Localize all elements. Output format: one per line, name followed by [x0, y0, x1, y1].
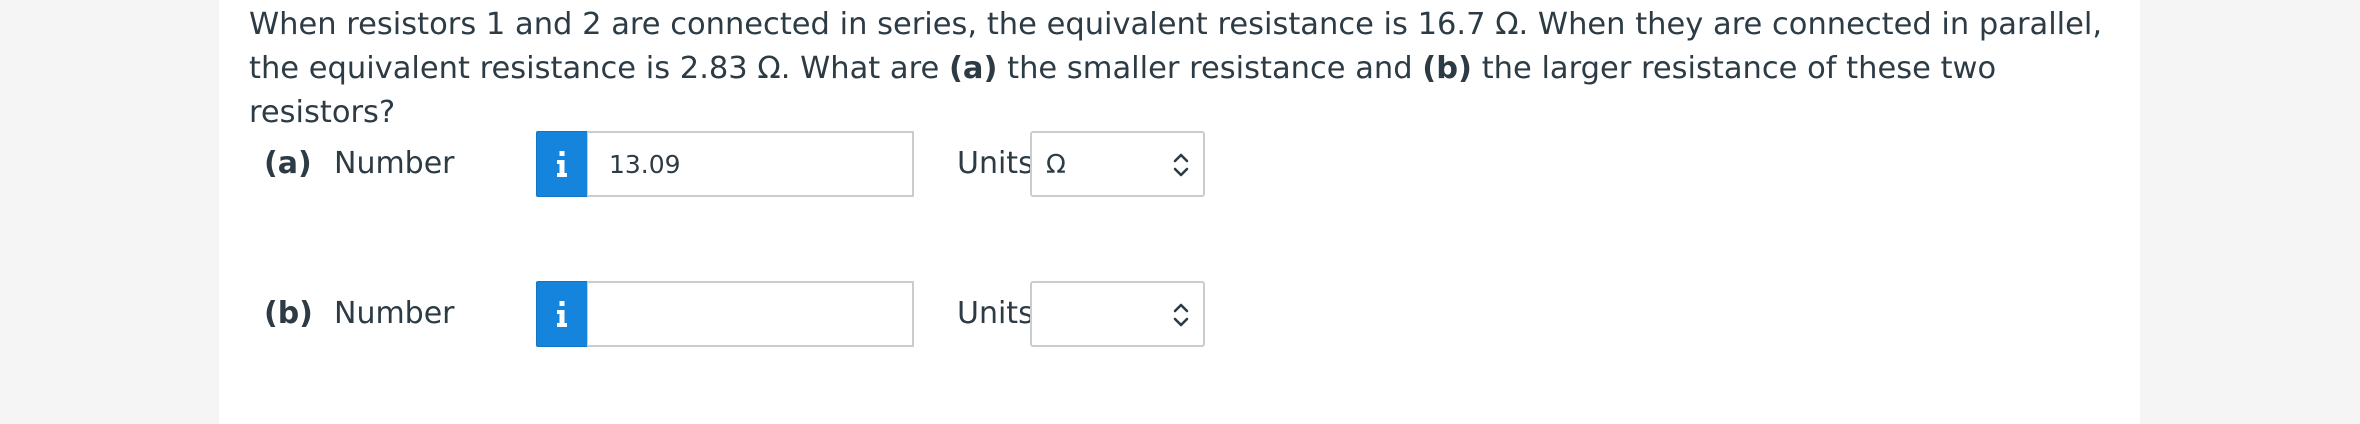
units-label-a: Units — [957, 146, 1034, 181]
units-select-a[interactable]: Ω — [1030, 131, 1205, 197]
units-select-value-a: Ω — [1046, 150, 1066, 180]
info-icon — [537, 282, 587, 346]
question-panel: When resistors 1 and 2 are connected in … — [219, 0, 2140, 424]
part-b-marker: (b) — [1422, 51, 1472, 86]
chevron-up-down-icon — [1172, 150, 1190, 180]
units-select-b[interactable] — [1030, 281, 1205, 347]
part-a-label: (a) — [264, 146, 312, 181]
number-input-a[interactable] — [587, 131, 914, 197]
question-text: When resistors 1 and 2 are connected in … — [249, 3, 2119, 135]
part-b-label: (b) — [264, 296, 313, 331]
info-icon — [537, 132, 587, 196]
chevron-up-down-icon — [1172, 300, 1190, 330]
number-label-a: Number — [334, 146, 455, 181]
info-button-a[interactable] — [536, 131, 588, 197]
number-input-b[interactable] — [587, 281, 914, 347]
question-text-part-2: the smaller resistance and — [997, 51, 1423, 86]
units-label-b: Units — [957, 296, 1034, 331]
part-a-marker: (a) — [948, 51, 998, 86]
number-label-b: Number — [334, 296, 455, 331]
info-button-b[interactable] — [536, 281, 588, 347]
